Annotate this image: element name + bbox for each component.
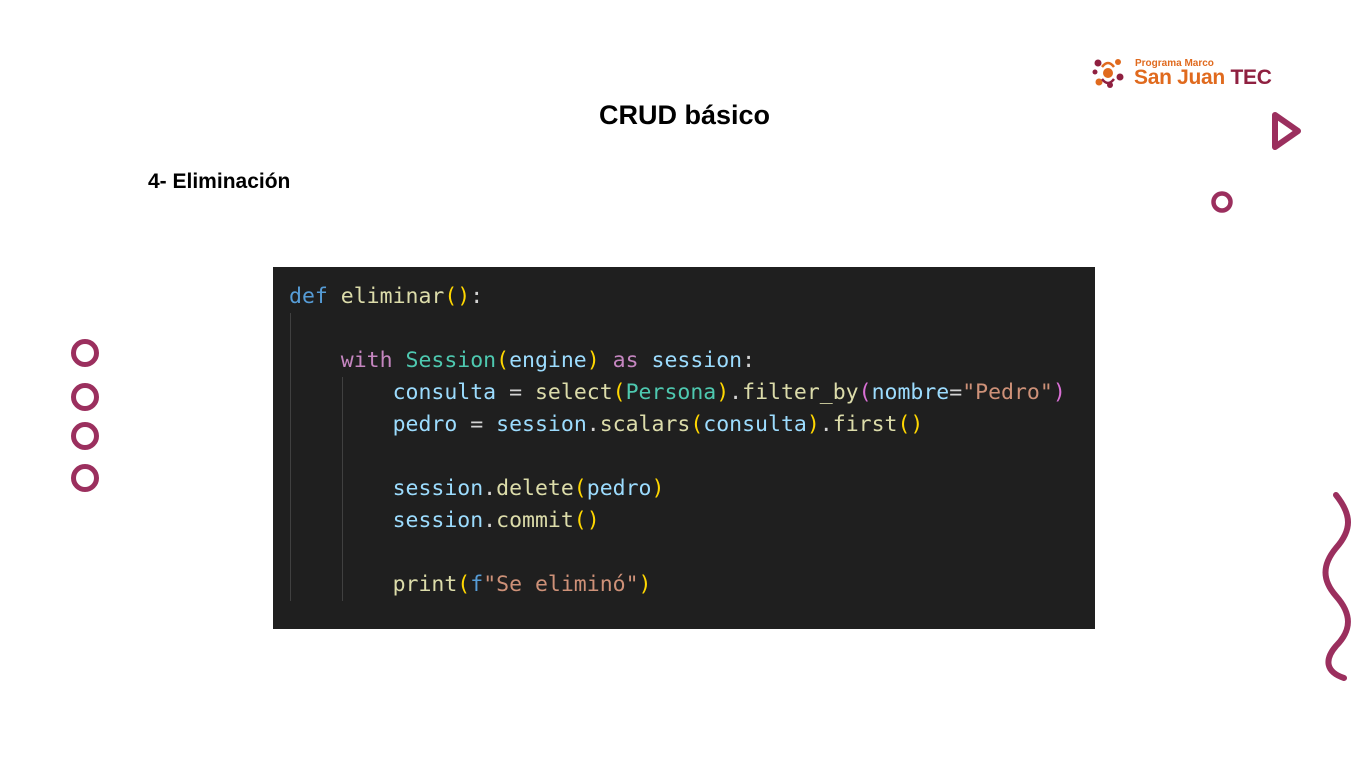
play-triangle-decoration-icon [1272,112,1301,150]
fn-print: print [392,572,458,597]
wave-decoration-icon [1322,492,1351,681]
logo-emblem-icon [1092,59,1124,88]
fn-select: select [534,380,613,405]
logo-brand-tec: TEC [1230,66,1272,89]
fn-first: first [832,412,898,437]
fn-delete: delete [496,476,574,501]
code-block: def eliminar(): with Session(engine) as … [289,284,1066,597]
fn-scalars: scalars [599,412,691,437]
var-consulta: consulta [392,380,497,405]
var-pedro: pedro [392,412,458,437]
fn-filter-by: filter_by [742,380,859,405]
keyword-def: def [289,284,328,309]
logo-brand-san-juan: San Juan [1134,66,1225,89]
small-ring-decoration-icon [1211,191,1233,213]
fn-commit: commit [496,508,574,533]
var-session: session [651,348,743,373]
class-persona: Persona [625,380,717,405]
string-se-elimino: "Se eliminó" [483,572,639,597]
var-engine: engine [509,348,587,373]
ring-column-decoration-icon [71,339,99,492]
string-pedro: "Pedro" [962,380,1053,405]
slide-title: CRUD básico [598,100,771,130]
arg-nombre: nombre [871,380,950,405]
section-heading: 4- Eliminación [148,170,291,193]
code-screenshot: def eliminar(): with Session(engine) as … [273,267,1095,629]
keyword-with: with [340,348,393,373]
logo-brand-text: San Juan TEC [1134,66,1272,90]
function-name: eliminar [340,284,445,309]
keyword-as: as [612,348,639,373]
fstring-prefix: f [470,572,484,597]
class-session: Session [405,348,497,373]
